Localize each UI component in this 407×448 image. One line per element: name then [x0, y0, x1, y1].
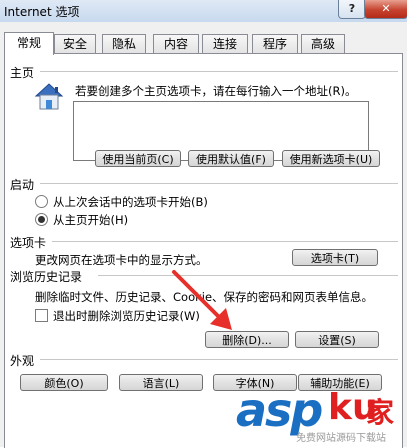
- tab-connections[interactable]: 连接: [202, 34, 248, 53]
- tabs-divider: [52, 241, 398, 242]
- tab-general[interactable]: 常规: [4, 32, 54, 55]
- house-icon: [34, 83, 64, 110]
- homepage-heading: 主页: [10, 66, 35, 80]
- tab-advanced[interactable]: 高级: [301, 34, 345, 53]
- appearance-divider: [40, 359, 398, 360]
- appearance-heading: 外观: [10, 354, 35, 368]
- internet-options-dialog: Internet 选项 ? ✕ 常规 安全 隐私 内容 连接 程序 高级 主页 …: [0, 0, 407, 448]
- history-divider: [98, 275, 398, 276]
- tab-security[interactable]: 安全: [54, 34, 96, 53]
- radio-last-session-label: 从上次会话中的选项卡开始(B): [53, 195, 208, 209]
- startup-divider: [40, 183, 398, 184]
- radio-home[interactable]: 从主页开始(H): [35, 212, 128, 228]
- close-button[interactable]: ✕: [364, 0, 407, 19]
- help-button[interactable]: ?: [338, 0, 366, 19]
- radio-last-session-button[interactable]: [35, 195, 48, 208]
- radio-home-label: 从主页开始(H): [53, 213, 129, 227]
- title-bar[interactable]: Internet 选项 ? ✕: [0, 0, 407, 22]
- use-current-button[interactable]: 使用当前页(C): [95, 150, 181, 167]
- use-default-button[interactable]: 使用默认值(F): [188, 150, 274, 167]
- startup-heading: 启动: [10, 178, 35, 192]
- delete-on-exit-checkbox[interactable]: [35, 309, 48, 322]
- tabs-settings-button[interactable]: 选项卡(T): [292, 249, 378, 266]
- homepage-hint: 若要创建多个主页选项卡，请在每行输入一个地址(R)。: [75, 84, 357, 98]
- watermark-jia: 家: [366, 396, 395, 429]
- homepage-divider: [40, 71, 398, 72]
- use-new-tab-button[interactable]: 使用新选项卡(U): [282, 150, 380, 167]
- radio-home-button[interactable]: [35, 213, 48, 226]
- tab-privacy[interactable]: 隐私: [102, 34, 146, 53]
- tab-content[interactable]: 内容: [153, 34, 199, 53]
- languages-button[interactable]: 语言(L): [119, 374, 203, 391]
- tabs-heading: 选项卡: [10, 236, 47, 250]
- site-watermark: asp ku 家 免费网站源码下载站: [230, 383, 406, 447]
- tabs-desc: 更改网页在选项卡中的显示方式。: [35, 253, 208, 267]
- window-title: Internet 选项: [4, 5, 80, 19]
- history-heading: 浏览历史记录: [10, 270, 83, 284]
- colors-button[interactable]: 颜色(O): [20, 374, 108, 391]
- tab-strip: 常规 安全 隐私 内容 连接 程序 高级: [4, 32, 364, 55]
- tab-programs[interactable]: 程序: [252, 34, 298, 53]
- watermark-subtitle: 免费网站源码下载站: [296, 433, 386, 444]
- annotation-arrow-icon: [172, 270, 232, 330]
- history-settings-button[interactable]: 设置(S): [295, 331, 379, 348]
- radio-last-session[interactable]: 从上次会话中的选项卡开始(B): [35, 194, 208, 210]
